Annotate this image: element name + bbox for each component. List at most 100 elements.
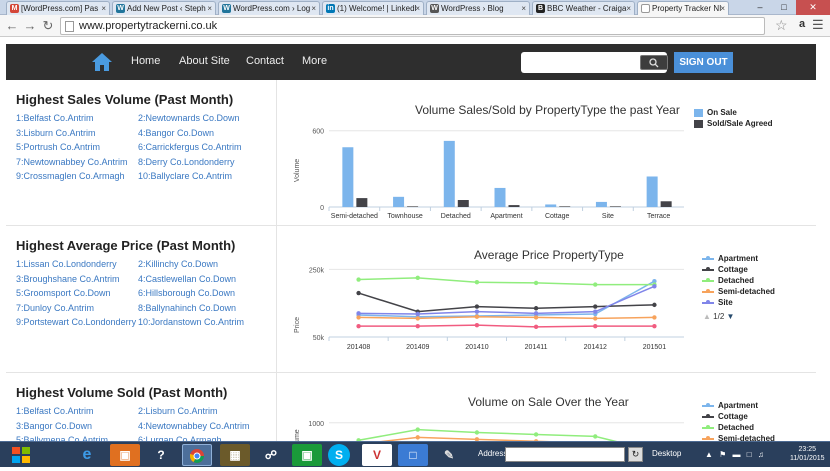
town-link[interactable]: 8:Ballynahinch Co.Down <box>138 303 236 313</box>
town-link[interactable]: 5:Portrush Co.Antrim <box>16 142 100 152</box>
town-link[interactable]: 8:Derry Co.Londonderry <box>138 157 235 167</box>
legend-item[interactable]: Site <box>702 297 775 308</box>
legend-item[interactable]: Sold/Sale Agreed <box>694 118 773 129</box>
y-axis-label: Volume <box>294 159 301 182</box>
tab-label: Add New Post ‹ Steph <box>127 4 206 13</box>
browser-tab[interactable]: B BBC Weather - Craiga × <box>532 1 635 15</box>
clock-time: 23:25 <box>798 446 817 453</box>
paint-icon[interactable]: ✎ <box>434 444 464 466</box>
town-link[interactable]: 1:Belfast Co.Antrim <box>16 406 94 416</box>
data-point <box>415 316 420 321</box>
nav-more-link[interactable]: More <box>302 55 327 67</box>
legend-item[interactable]: Cottage <box>702 264 775 275</box>
network-icon[interactable]: ☍ <box>256 444 286 466</box>
town-link[interactable]: 2:Killinchy Co.Down <box>138 259 218 269</box>
close-tab-icon[interactable]: × <box>415 2 420 15</box>
data-point <box>356 315 361 320</box>
system-tray-icons[interactable]: ▲ ⚑ ▬ □ ♫ <box>705 450 766 459</box>
folder-icon[interactable]: □ <box>398 444 428 466</box>
nav-about-link[interactable]: About Site <box>179 55 230 67</box>
town-link[interactable]: 7:Newtownabbey Co.Antrim <box>16 157 128 167</box>
legend-item[interactable]: Apartment <box>702 400 775 411</box>
legend-pager[interactable]: ▲ 1/2 ▼ <box>703 312 734 321</box>
town-link[interactable]: 3:Broughshane Co.Antrim <box>16 274 120 284</box>
pager-up-icon[interactable]: ▲ <box>703 312 711 321</box>
town-link[interactable]: 3:Lisburn Co.Antrim <box>16 128 96 138</box>
browser-menu-icon[interactable]: ☰ <box>812 17 824 33</box>
browser-tab[interactable]: W Add New Post ‹ Steph × <box>112 1 216 15</box>
x-tick-label: Townhouse <box>387 213 423 220</box>
x-tick-label: 201501 <box>643 344 666 351</box>
browser-tab[interactable]: in (1) Welcome! | LinkedI × <box>322 1 424 15</box>
sign-out-button[interactable]: SIGN OUT <box>674 52 733 73</box>
data-point <box>415 275 420 281</box>
close-tab-icon[interactable]: × <box>626 2 631 15</box>
store-icon[interactable]: ▣ <box>292 444 322 466</box>
section-title: Highest Average Price (Past Month) <box>16 238 236 253</box>
close-window-icon[interactable]: ✕ <box>796 0 830 15</box>
bar <box>609 206 621 207</box>
chrome-icon[interactable] <box>182 444 212 466</box>
browser-tab[interactable]: Property Tracker NI × <box>637 1 729 15</box>
bar <box>508 205 520 207</box>
nav-contact-link[interactable]: Contact <box>246 55 284 67</box>
town-link[interactable]: 4:Newtownabbey Co.Antrim <box>138 421 250 431</box>
browser-tab[interactable]: W WordPress › Blog × <box>426 1 530 15</box>
legend-item[interactable]: Semi-detached <box>702 286 775 297</box>
town-link[interactable]: 6:Hillsborough Co.Down <box>138 288 235 298</box>
town-link[interactable]: 7:Dunloy Co.Antrim <box>16 303 94 313</box>
data-point <box>415 435 420 440</box>
url-bar[interactable]: www.propertytrackerni.co.uk <box>60 17 765 35</box>
windows-start-icon[interactable] <box>8 444 34 466</box>
home-icon[interactable] <box>91 52 113 72</box>
town-link[interactable]: 4:Castlewellan Co.Down <box>138 274 236 284</box>
town-link[interactable]: 10:Jordanstown Co.Antrim <box>138 317 244 327</box>
browser-tab[interactable]: W WordPress.com › Log × <box>218 1 320 15</box>
app-icon[interactable]: ▣ <box>110 444 140 466</box>
app-icon[interactable]: ▦ <box>220 444 250 466</box>
close-tab-icon[interactable]: × <box>311 2 316 15</box>
desktop-toolbar-label[interactable]: Desktop <box>652 449 681 458</box>
town-link[interactable]: 4:Bangor Co.Down <box>138 128 214 138</box>
maximize-icon[interactable]: □ <box>772 0 796 15</box>
taskbar-go-icon[interactable]: ↻ <box>628 447 643 462</box>
reload-icon[interactable]: ↻ <box>40 18 56 34</box>
forward-arrow-icon[interactable]: → <box>22 18 38 34</box>
town-link[interactable]: 2:Newtownards Co.Down <box>138 113 240 123</box>
legend-item[interactable]: Apartment <box>702 253 775 264</box>
town-link[interactable]: 2:Lisburn Co.Antrim <box>138 406 218 416</box>
town-link[interactable]: 9:Crossmaglen Co.Armagh <box>16 171 125 181</box>
minimize-icon[interactable]: – <box>748 0 772 15</box>
bar-chart: 600 0 Volume Semi-detached Townhouse Detached… <box>294 129 684 220</box>
town-link[interactable]: 9:Portstewart Co.Londonderry <box>16 317 136 327</box>
back-arrow-icon[interactable]: ← <box>4 18 20 34</box>
close-tab-icon[interactable]: × <box>720 2 725 15</box>
close-tab-icon[interactable]: × <box>207 2 212 15</box>
pager-down-icon[interactable]: ▼ <box>727 312 735 321</box>
legend-item[interactable]: On Sale <box>694 107 773 118</box>
legend-item[interactable]: Cottage <box>702 411 775 422</box>
bookmark-star-icon[interactable]: ☆ <box>775 17 788 34</box>
close-tab-icon[interactable]: × <box>521 2 526 15</box>
system-clock[interactable]: 23:25 11/01/2015 <box>790 445 825 463</box>
close-tab-icon[interactable]: × <box>101 2 106 15</box>
town-link[interactable]: 1:Lissan Co.Londonderry <box>16 259 117 269</box>
help-icon[interactable]: ? <box>146 444 176 466</box>
data-point <box>593 434 598 439</box>
amazon-extension-icon[interactable]: a <box>795 18 809 32</box>
taskbar-address-input[interactable] <box>505 447 625 462</box>
skype-icon[interactable]: S <box>328 444 350 466</box>
legend-label: Apartment <box>718 254 759 263</box>
town-link[interactable]: 1:Belfast Co.Antrim <box>16 113 94 123</box>
app-icon[interactable]: V <box>362 444 392 466</box>
internet-explorer-icon[interactable]: e <box>72 444 102 466</box>
town-link[interactable]: 6:Carrickfergus Co.Antrim <box>138 142 242 152</box>
nav-home-link[interactable]: Home <box>131 55 160 67</box>
town-link[interactable]: 3:Bangor Co.Down <box>16 421 92 431</box>
town-link[interactable]: 5:Groomsport Co.Down <box>16 288 111 298</box>
search-button[interactable] <box>640 55 668 70</box>
town-link[interactable]: 10:Ballyclare Co.Antrim <box>138 171 232 181</box>
browser-tab[interactable]: M [WordPress.com] Pas × <box>6 1 110 15</box>
legend-item[interactable]: Detached <box>702 422 775 433</box>
legend-item[interactable]: Detached <box>702 275 775 286</box>
